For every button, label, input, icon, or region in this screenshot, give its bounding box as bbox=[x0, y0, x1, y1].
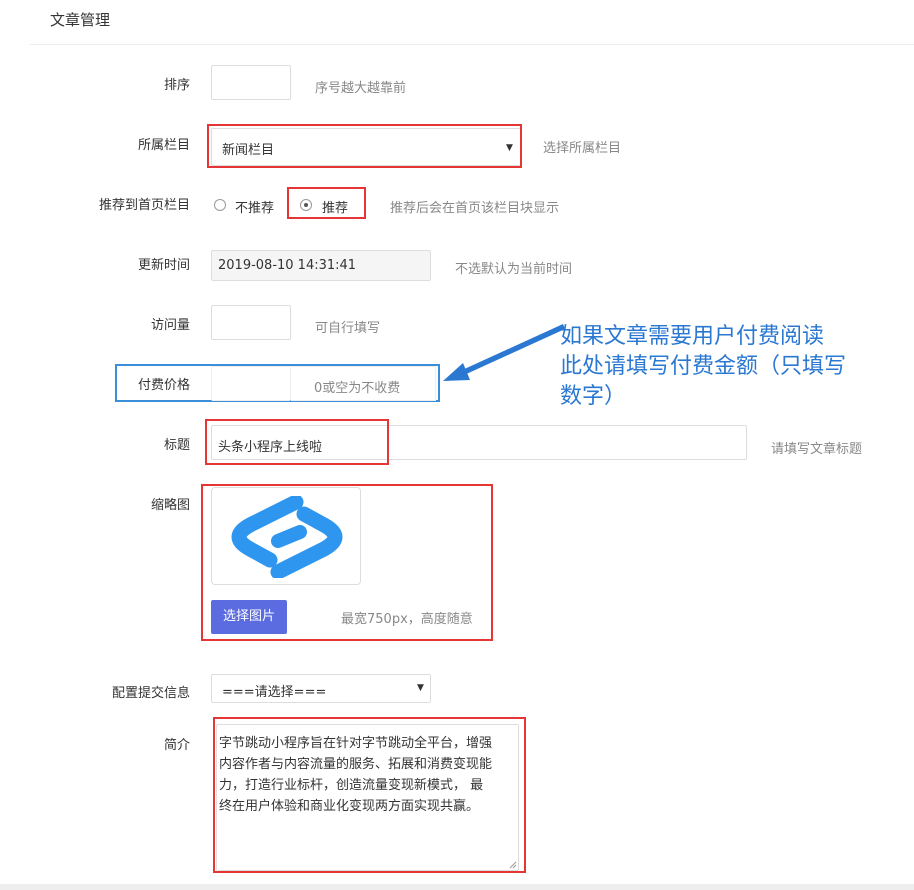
annotation-line-2: 此处请填写付费金额（只填写 bbox=[560, 354, 847, 379]
sort-label: 排序 bbox=[163, 78, 190, 93]
price-addon: 0或空为不收费 bbox=[291, 366, 436, 401]
header-divider bbox=[30, 44, 914, 45]
chevron-down-icon: ▼ bbox=[417, 683, 424, 693]
annotation-line-1: 如果文章需要用户付费阅读 bbox=[560, 324, 825, 349]
update-time-label: 更新时间 bbox=[137, 258, 190, 273]
submit-config-value: ===请选择=== bbox=[222, 685, 327, 700]
update-time-hint: 不选默认为当前时间 bbox=[455, 262, 573, 277]
title-highlight-box bbox=[205, 419, 389, 465]
bottom-divider bbox=[0, 884, 914, 890]
update-time-input[interactable]: 2019-08-10 14:31:41 bbox=[211, 250, 431, 281]
price-label: 付费价格 bbox=[137, 378, 190, 393]
radio-no-recommend-label: 不推荐 bbox=[235, 201, 275, 216]
category-hint: 选择所属栏目 bbox=[543, 141, 622, 156]
views-hint: 可自行填写 bbox=[315, 321, 381, 336]
intro-highlight-box bbox=[213, 717, 526, 873]
recommend-highlight-box bbox=[287, 187, 366, 219]
recommend-hint: 推荐后会在首页该栏目块显示 bbox=[390, 201, 560, 216]
submit-config-label: 配置提交信息 bbox=[111, 686, 190, 701]
page-title: 文章管理 bbox=[50, 11, 111, 29]
views-label: 访问量 bbox=[150, 318, 190, 333]
price-placeholder: 0或空为不收费 bbox=[314, 381, 401, 396]
submit-config-select[interactable]: ===请选择=== ▼ bbox=[211, 674, 431, 703]
intro-label: 简介 bbox=[163, 738, 190, 753]
thumbnail-label: 缩略图 bbox=[150, 498, 190, 513]
title-hint: 请填写文章标题 bbox=[771, 442, 863, 457]
annotation-text: 如果文章需要用户付费阅读 此处请填写付费金额（只填写 数字） bbox=[560, 322, 846, 412]
price-input[interactable] bbox=[211, 366, 291, 401]
sort-input[interactable] bbox=[211, 65, 291, 100]
category-highlight-box bbox=[207, 124, 522, 168]
title-label: 标题 bbox=[163, 438, 190, 453]
recommend-label: 推荐到首页栏目 bbox=[98, 198, 190, 213]
thumbnail-highlight-box bbox=[201, 484, 493, 641]
sort-hint: 序号越大越靠前 bbox=[315, 81, 407, 96]
category-label: 所属栏目 bbox=[137, 138, 190, 153]
views-input[interactable] bbox=[211, 305, 291, 340]
update-time-value: 2019-08-10 14:31:41 bbox=[218, 258, 357, 273]
annotation-line-3: 数字） bbox=[560, 384, 627, 409]
radio-no-recommend[interactable] bbox=[214, 199, 226, 211]
annotation-arrow bbox=[443, 324, 565, 381]
